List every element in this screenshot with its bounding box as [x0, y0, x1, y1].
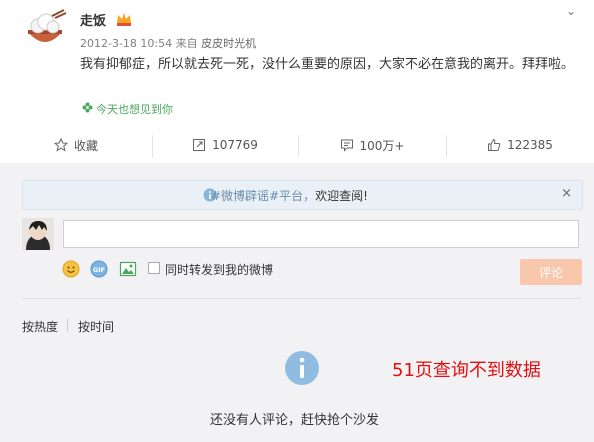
sort-by-time-tab[interactable]: 按时间: [78, 318, 114, 335]
post-text: 我有抑郁症，所以就去死一死，没什么重要的原因，大家不必在意我的离开。拜拜啦。: [80, 57, 575, 72]
post-location[interactable]: 今天也想见到你: [82, 101, 173, 117]
membership-crown-icon[interactable]: [116, 12, 132, 26]
repost-checkbox[interactable]: [148, 262, 160, 274]
sort-by-hot-tab[interactable]: 按热度: [22, 318, 58, 335]
repost-icon: [193, 139, 206, 151]
image-upload-icon[interactable]: [119, 260, 137, 278]
emoji-icon[interactable]: [62, 260, 80, 278]
comment-icon: [340, 139, 353, 152]
notice-hashtag-link[interactable]: #微博辟谣#平台，: [211, 189, 315, 203]
post-username[interactable]: 走饭: [80, 10, 106, 29]
notice-welcome: 欢迎查阅!: [315, 189, 368, 203]
like-count: 122385: [507, 138, 553, 152]
comment-input[interactable]: [63, 220, 579, 248]
favorite-label: 收藏: [73, 138, 98, 153]
commenter-avatar[interactable]: [22, 218, 54, 250]
post-source[interactable]: 皮皮时光机: [201, 37, 256, 50]
svg-text:GIF: GIF: [93, 266, 105, 274]
sort-separator: [67, 318, 68, 332]
favorite-button[interactable]: 收藏: [0, 129, 152, 161]
post-location-text: 今天也想见到你: [96, 103, 173, 116]
user-avatar[interactable]: [22, 8, 68, 54]
like-button[interactable]: 122385: [446, 129, 594, 161]
thumbs-up-icon: [488, 138, 501, 151]
flower-icon: [82, 102, 93, 116]
repost-button[interactable]: 107769: [152, 129, 298, 161]
comment-count: 100万+: [359, 138, 405, 153]
post-menu-chevron-icon[interactable]: ⌄: [566, 4, 576, 18]
close-icon[interactable]: ×: [561, 186, 572, 201]
repost-count: 107769: [212, 138, 258, 152]
comment-button[interactable]: 100万+: [298, 129, 446, 161]
action-bar: 收藏 107769 100万+ 122385: [0, 129, 594, 161]
post-source-prefix: 来自: [175, 37, 198, 50]
post-meta: 2012-3-18 10:54 来自 皮皮时光机: [80, 35, 256, 51]
gif-icon[interactable]: GIF: [90, 260, 108, 278]
star-icon: [53, 138, 68, 152]
notice-text: #微博辟谣#平台，欢迎查阅!: [211, 187, 368, 204]
send-comment-button[interactable]: 评论: [520, 259, 582, 285]
empty-state-message: 还没有人评论，赶快抢个沙发: [210, 413, 380, 428]
rumor-notice-banner: #微博辟谣#平台，欢迎查阅! ×: [22, 180, 583, 210]
section-divider: [22, 298, 581, 299]
post-timestamp[interactable]: 2012-3-18 10:54: [80, 37, 172, 50]
annotation-overlay-text: 51页查询不到数据: [392, 360, 541, 381]
empty-info-icon: [284, 350, 320, 386]
repost-checkbox-label[interactable]: 同时转发到我的微博: [165, 261, 273, 278]
